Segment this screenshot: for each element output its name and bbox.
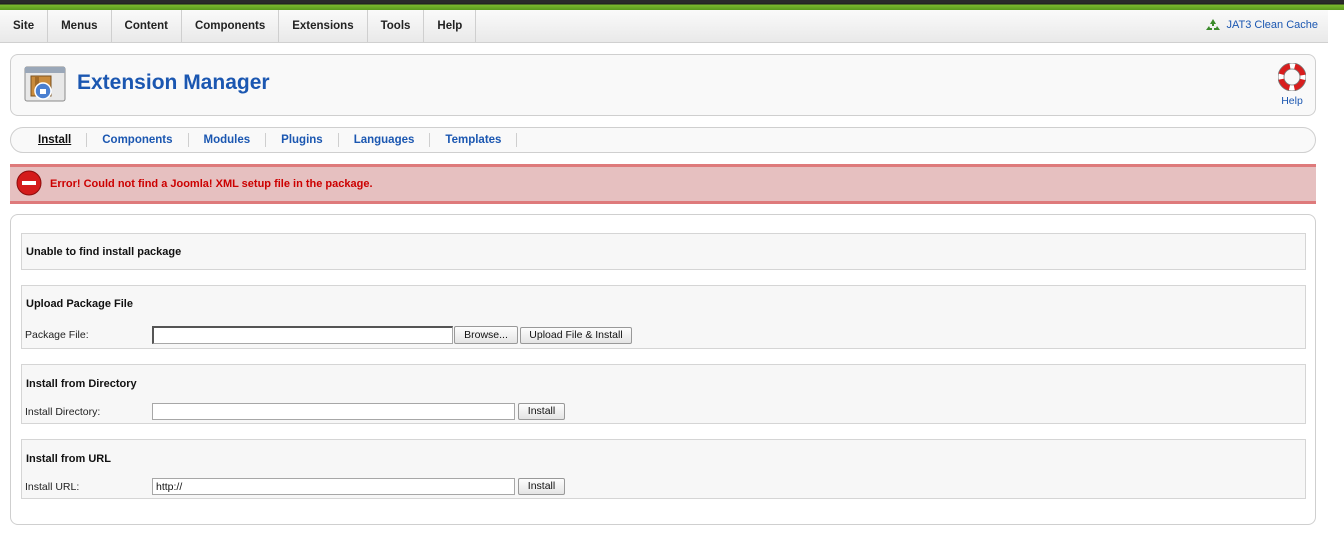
notice-title: Unable to find install package	[26, 246, 182, 258]
menu-list: Site Menus Content Components Extensions…	[0, 10, 1328, 42]
help-label: Help	[1281, 95, 1303, 107]
package-file-label: Package File:	[25, 329, 89, 341]
top-accent-bar	[0, 0, 1344, 10]
upload-section: Upload Package File Package File: Browse…	[21, 285, 1306, 349]
tab-templates[interactable]: Templates	[430, 133, 518, 147]
main-menubar: Site Menus Content Components Extensions…	[0, 10, 1328, 43]
menu-site[interactable]: Site	[0, 10, 49, 42]
browse-button[interactable]: Browse...	[454, 326, 518, 344]
page-title: Extension Manager	[77, 71, 270, 94]
url-title: Install from URL	[26, 453, 111, 465]
notice-section: Unable to find install package	[21, 233, 1306, 270]
install-directory-button[interactable]: Install	[518, 403, 565, 420]
tab-components[interactable]: Components	[87, 133, 189, 147]
install-directory-label: Install Directory:	[25, 406, 101, 418]
url-section: Install from URL Install URL: Install	[21, 439, 1306, 499]
install-url-label: Install URL:	[25, 481, 80, 493]
install-panel: Unable to find install package Upload Pa…	[10, 214, 1316, 525]
upload-title: Upload Package File	[26, 298, 133, 310]
upload-install-button[interactable]: Upload File & Install	[520, 327, 632, 344]
page-header: Extension Manager Help	[10, 54, 1316, 116]
extension-manager-icon	[24, 66, 66, 102]
error-icon	[16, 170, 42, 196]
package-file-input[interactable]	[152, 326, 453, 344]
install-url-button[interactable]: Install	[518, 478, 565, 495]
tab-languages[interactable]: Languages	[339, 133, 431, 147]
install-directory-input[interactable]	[152, 403, 515, 420]
error-message-bar: Error! Could not find a Joomla! XML setu…	[10, 164, 1316, 204]
clean-cache-link[interactable]: JAT3 Clean Cache	[1205, 18, 1318, 32]
menu-help[interactable]: Help	[424, 10, 477, 42]
menu-content[interactable]: Content	[112, 10, 182, 42]
menu-components[interactable]: Components	[182, 10, 280, 42]
tab-plugins[interactable]: Plugins	[266, 133, 339, 147]
clean-cache-label: JAT3 Clean Cache	[1226, 19, 1318, 31]
directory-title: Install from Directory	[26, 378, 137, 390]
menu-tools[interactable]: Tools	[368, 10, 425, 42]
submenu-tabs: Install Components Modules Plugins Langu…	[10, 127, 1316, 153]
install-url-input[interactable]	[152, 478, 515, 495]
tab-install[interactable]: Install	[23, 133, 88, 147]
error-text: Error! Could not find a Joomla! XML setu…	[50, 178, 373, 190]
lifebuoy-icon	[1277, 62, 1307, 92]
help-button[interactable]: Help	[1277, 62, 1307, 107]
menu-extensions[interactable]: Extensions	[279, 10, 368, 42]
tab-modules[interactable]: Modules	[189, 133, 267, 147]
recycle-icon	[1206, 19, 1221, 30]
directory-section: Install from Directory Install Directory…	[21, 364, 1306, 424]
menu-menus[interactable]: Menus	[48, 10, 112, 42]
